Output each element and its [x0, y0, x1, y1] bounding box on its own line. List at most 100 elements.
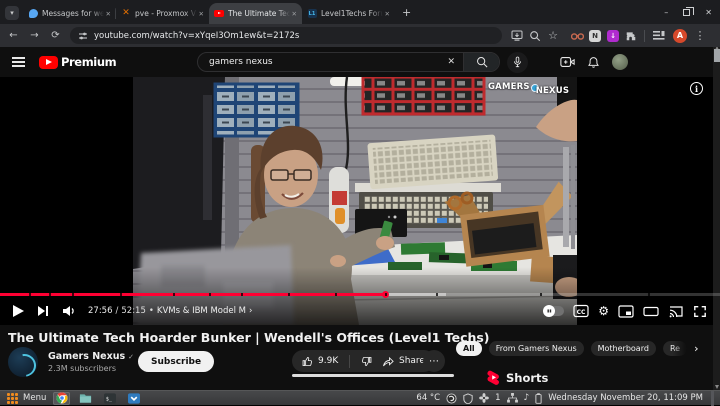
window-minimize-button[interactable]: – [664, 8, 668, 17]
window-restore-button[interactable] [683, 9, 690, 16]
like-count[interactable]: 9.9K [318, 356, 338, 366]
swirl-tray-icon[interactable] [446, 393, 457, 404]
forward-button[interactable]: → [24, 30, 45, 41]
scrollbar-thumb[interactable] [714, 49, 720, 62]
cpu-temperature[interactable]: 64 °C [416, 393, 440, 403]
tab-list-icon[interactable] [649, 30, 667, 41]
chapter-marker [209, 293, 211, 296]
chapter-chevron-icon[interactable]: › [249, 306, 252, 316]
shorts-section-header[interactable]: Shorts [487, 370, 548, 385]
system-tray: 64 °C 1 ♪ Wednesday November 20, 11:09 P… [416, 391, 720, 406]
clock[interactable]: Wednesday November 20, 11:09 PM [548, 393, 703, 403]
n-extension-icon[interactable]: N [586, 30, 604, 42]
subscribe-button[interactable]: Subscribe [138, 351, 214, 372]
more-actions-button[interactable]: ⋯ [423, 350, 445, 372]
subscriber-count: 2.3M subscribers [48, 364, 134, 373]
clear-search-icon[interactable]: ✕ [439, 57, 463, 67]
channel-avatar[interactable] [8, 347, 38, 377]
youtube-premium-logo[interactable]: Premium [39, 55, 116, 69]
tab-messages[interactable]: Messages for web ✕ [23, 3, 116, 24]
notifications-bell-icon[interactable] [587, 56, 600, 69]
tab-search-button[interactable]: ▾ [5, 6, 19, 20]
download-extension-icon[interactable]: ↓ [604, 30, 622, 42]
cast-button[interactable] [668, 305, 684, 318]
chip-motherboard[interactable]: Motherboard [591, 341, 656, 356]
hamburger-menu-icon[interactable] [12, 57, 25, 66]
chapter-title[interactable]: KVMs & IBM Model M [157, 306, 246, 316]
chip-from-channel[interactable]: From Gamers Nexus [489, 341, 584, 356]
taskbar-chrome-icon[interactable] [53, 392, 70, 405]
new-tab-button[interactable]: + [402, 6, 411, 19]
search-input[interactable]: gamers nexus [198, 57, 439, 67]
fullscreen-button[interactable] [693, 305, 707, 318]
play-button[interactable] [13, 305, 24, 317]
chapter-marker [385, 293, 387, 296]
battery-tray-icon[interactable] [535, 393, 542, 404]
progress-bar[interactable] [0, 293, 720, 296]
back-button[interactable]: ← [3, 30, 24, 41]
reload-button[interactable]: ⟳ [45, 30, 66, 41]
audio-tray-icon[interactable]: ♪ [524, 393, 530, 403]
taskbar: Menu $_ 64 °C 1 ♪ Wednesday November 20,… [0, 390, 720, 405]
show-desktop-button[interactable] [711, 391, 714, 406]
search-button[interactable] [463, 53, 499, 71]
volume-icon[interactable] [62, 305, 76, 317]
settings-gear-icon[interactable]: ⚙ [598, 305, 609, 317]
voice-search-button[interactable] [507, 52, 528, 73]
verified-badge-icon: ✓ [128, 353, 134, 361]
window-close-button[interactable]: ✕ [705, 8, 712, 17]
extensions-puzzle-icon[interactable] [622, 30, 640, 42]
menu-button[interactable]: Menu [23, 393, 46, 403]
install-icon[interactable] [508, 30, 526, 41]
browser-menu-icon[interactable]: ⋮ [691, 29, 709, 42]
tab-level1techs[interactable]: L1 Level1Techs Forums ✕ [302, 3, 395, 24]
fan-tray-icon[interactable] [479, 393, 489, 403]
shield-tray-icon[interactable] [463, 393, 473, 404]
video-title: The Ultimate Tech Hoarder Bunker | Wende… [8, 330, 448, 345]
taskbar-terminal-icon[interactable]: $_ [101, 392, 118, 405]
actions-scrollbar[interactable] [292, 374, 454, 377]
glasses-extension-icon[interactable] [568, 32, 586, 40]
close-tab-icon[interactable]: ✕ [385, 10, 390, 18]
chip-truncated[interactable]: Re [663, 341, 687, 356]
menu-grid-icon[interactable] [7, 393, 18, 404]
user-avatar[interactable] [612, 54, 628, 70]
chip-all[interactable]: All [456, 341, 482, 356]
video-player[interactable]: GAMERS NEXUS i 27:56 / 52:15 • KVMs & IB [0, 77, 720, 325]
page-scrollbar[interactable] [713, 47, 720, 390]
video-frame-workshop-scene [133, 77, 577, 325]
tab-proxmox[interactable]: ✕ pve - Proxmox Virtual Enviro ✕ [116, 3, 209, 24]
youtube-header: Premium gamers nexus ✕ [0, 47, 712, 77]
network-tray-icon[interactable] [507, 393, 518, 403]
captions-button[interactable]: CC [573, 304, 589, 318]
site-settings-icon[interactable] [78, 31, 88, 41]
miniplayer-button[interactable] [618, 305, 634, 318]
next-button[interactable] [37, 305, 49, 317]
browser-toolbar: ← → ⟳ youtube.com/watch?v=xYqeI3Om1ew&t=… [0, 24, 720, 47]
search-bar[interactable]: gamers nexus ✕ [197, 52, 500, 72]
info-icon[interactable]: i [690, 82, 703, 95]
workspace-indicator[interactable]: 1 [495, 393, 500, 403]
gamers-nexus-watermark: GAMERS NEXUS [488, 82, 569, 96]
channel-name[interactable]: Gamers Nexus ✓ [48, 351, 134, 362]
theater-mode-button[interactable] [643, 305, 659, 318]
close-tab-icon[interactable]: ✕ [106, 10, 111, 18]
address-bar[interactable]: youtube.com/watch?v=xYqeI3Om1ew&t=2172s [70, 27, 502, 44]
bookmark-star-icon[interactable]: ☆ [544, 29, 562, 42]
time-display: 27:56 / 52:15 • KVMs & IBM Model M › [88, 306, 252, 316]
monitor-back [133, 77, 225, 269]
chips-scroll-chevron[interactable]: › [694, 342, 698, 355]
url-text[interactable]: youtube.com/watch?v=xYqeI3Om1ew&t=2172s [94, 31, 299, 41]
create-video-icon[interactable] [560, 56, 575, 68]
like-icon[interactable] [302, 356, 313, 367]
autoplay-toggle[interactable] [543, 306, 564, 316]
search-lens-icon[interactable] [526, 30, 544, 42]
browser-profile-avatar[interactable]: A [671, 29, 689, 43]
taskbar-app-icon[interactable] [125, 392, 142, 405]
close-tab-icon[interactable]: ✕ [292, 10, 297, 18]
dislike-icon[interactable] [361, 356, 372, 367]
taskbar-files-icon[interactable] [77, 392, 94, 405]
svg-text:CC: CC [577, 309, 586, 316]
close-tab-icon[interactable]: ✕ [199, 10, 204, 18]
tab-youtube-active[interactable]: The Ultimate Tech Hoarder B ✕ [209, 3, 302, 24]
